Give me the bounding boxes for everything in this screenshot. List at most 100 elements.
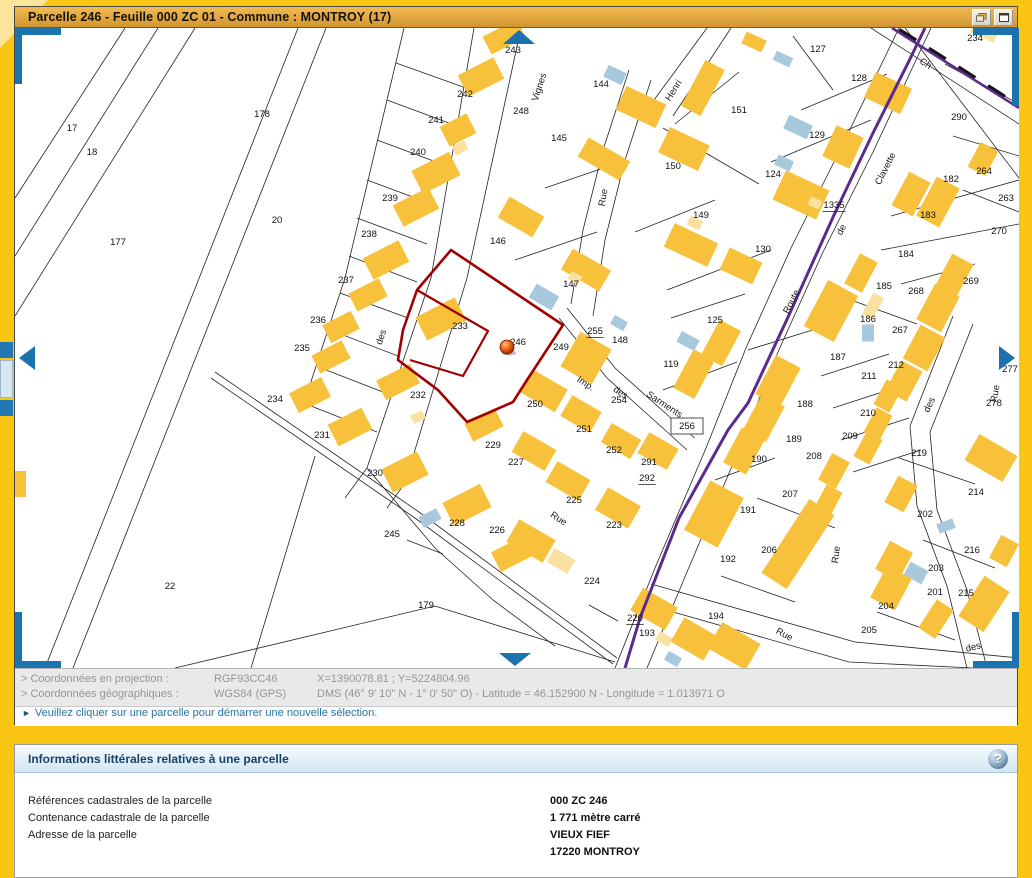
cadastral-map[interactable]: 17 18 177 178 20 22 179 245 234 231 230 232 229 228 22… — [15, 28, 1019, 668]
parcel-number-label[interactable]: 256 — [679, 421, 695, 432]
parcel-number-label[interactable]: 243 — [505, 45, 521, 56]
parcel-number-label[interactable]: 235 — [294, 343, 310, 354]
parcel-number-label[interactable]: 207 — [782, 489, 798, 500]
parcel-number-label[interactable]: 226 — [489, 525, 505, 536]
parcel-number-label[interactable]: 249 — [553, 342, 569, 353]
parcel-number-label[interactable]: 225 — [566, 495, 582, 506]
parcel-number-label[interactable]: 204 — [878, 601, 894, 612]
parcel-number-label[interactable]: 210 — [860, 408, 876, 419]
parcel-number-label[interactable]: 268 — [908, 286, 924, 297]
parcel-number-label[interactable]: 130 — [755, 244, 771, 255]
parcel-number-label[interactable]: 291 — [641, 457, 657, 468]
parcel-number-label[interactable]: 224 — [584, 576, 600, 587]
parcel-number-label[interactable]: 147 — [563, 279, 579, 290]
parcel-number-label[interactable]: 223 — [606, 520, 622, 531]
parcel-number-label[interactable]: 290 — [951, 112, 967, 123]
parcel-number-label[interactable]: 185 — [876, 281, 892, 292]
parcel-number-label[interactable]: 263 — [998, 193, 1014, 204]
parcel-number-label[interactable]: 149 — [693, 210, 709, 221]
parcel-number-label[interactable]: 267 — [892, 325, 908, 336]
parcel-number-label[interactable]: 233 — [452, 321, 468, 332]
parcel-number-label[interactable]: 192 — [720, 554, 736, 565]
parcel-number-label[interactable]: 215 — [958, 588, 974, 599]
parcel-number-label[interactable]: 264 — [976, 166, 992, 177]
parcel-number-label[interactable]: 206 — [761, 545, 777, 556]
parcel-number-label[interactable]: 128 — [851, 73, 867, 84]
geographic-values: DMS (46° 9' 10" N - 1° 0' 50" O) - Latit… — [317, 688, 725, 700]
parcel-number-label[interactable]: 292 — [639, 473, 655, 484]
parcel-number-label[interactable]: 124 — [765, 169, 781, 180]
parcel-number-label[interactable]: 191 — [740, 505, 756, 516]
instruction-text: Veuillez cliquer sur une parcelle pour d… — [35, 707, 377, 719]
parcel-number-label[interactable]: 229 — [485, 440, 501, 451]
parcel-number-label[interactable]: 179 — [418, 600, 434, 611]
parcel-number-label[interactable]: 238 — [361, 229, 377, 240]
maximize-window-icon[interactable] — [994, 9, 1013, 26]
parcel-number-label[interactable]: 22 — [165, 581, 176, 592]
parcel-number-label[interactable]: 148 — [612, 335, 628, 346]
parcel-number-label[interactable]: 20 — [272, 215, 283, 226]
parcel-number-label[interactable]: 216 — [964, 545, 980, 556]
parcel-number-label[interactable]: 269 — [963, 276, 979, 287]
parcel-number-label[interactable]: 188 — [797, 399, 813, 410]
parcel-number-label[interactable]: 245 — [384, 529, 400, 540]
parcel-number-label[interactable]: 219 — [911, 448, 927, 459]
parcel-number-label[interactable]: 220 — [627, 613, 643, 624]
parcel-number-label[interactable]: 237 — [338, 275, 354, 286]
parcel-number-label[interactable]: 119 — [663, 359, 678, 370]
parcel-number-label[interactable]: 227 — [508, 457, 524, 468]
parcel-number-label[interactable]: 228 — [449, 518, 465, 529]
parcel-number-label[interactable]: 144 — [593, 79, 609, 90]
parcel-number-label[interactable]: 125 — [707, 315, 723, 326]
parcel-number-label[interactable]: 178 — [254, 109, 270, 120]
parcel-number-label[interactable]: 214 — [968, 487, 984, 498]
parcel-number-label[interactable]: 129 — [809, 130, 825, 141]
parcel-number-label[interactable]: 1335 — [823, 200, 844, 211]
parcel-number-label[interactable]: 231 — [314, 430, 330, 441]
parcel-number-label[interactable]: 182 — [943, 174, 959, 185]
parcel-number-label[interactable]: 194 — [708, 611, 724, 622]
parcel-number-label[interactable]: 242 — [457, 89, 473, 100]
parcel-number-label[interactable]: 203 — [928, 563, 944, 574]
parcel-number-label[interactable]: 230 — [367, 468, 383, 479]
parcel-number-label[interactable]: 183 — [920, 210, 936, 221]
parcel-number-label[interactable]: 250 — [527, 399, 543, 410]
parcel-number-label[interactable]: 186 — [860, 314, 876, 325]
parcel-number-label[interactable]: 205 — [861, 625, 877, 636]
parcel-number-label[interactable]: 17 — [67, 123, 78, 134]
parcel-number-label[interactable]: 145 — [551, 133, 567, 144]
restore-window-icon[interactable] — [972, 9, 991, 26]
parcel-number-label[interactable]: 190 — [751, 454, 767, 465]
parcel-number-label[interactable]: 208 — [806, 451, 822, 462]
parcel-number-label[interactable]: 18 — [87, 147, 98, 158]
parcel-number-label[interactable]: 193 — [639, 628, 655, 639]
parcel-number-label[interactable]: 187 — [830, 352, 846, 363]
parcel-number-label[interactable]: 252 — [606, 445, 622, 456]
parcel-number-label[interactable]: 234 — [267, 394, 283, 405]
parcel-number-label[interactable]: 232 — [410, 390, 426, 401]
parcel-number-label[interactable]: 240 — [410, 147, 426, 158]
geographic-system: WGS84 (GPS) — [214, 688, 317, 700]
parcel-number-label[interactable]: 150 — [665, 161, 681, 172]
parcel-number-label[interactable]: 212 — [888, 360, 904, 371]
parcel-number-label[interactable]: 251 — [576, 424, 592, 435]
parcel-number-label[interactable]: 146 — [490, 236, 506, 247]
help-icon[interactable]: ? — [988, 749, 1008, 769]
parcel-number-label[interactable]: 201 — [927, 587, 943, 598]
parcel-number-label[interactable]: 241 — [428, 115, 444, 126]
parcel-number-label[interactable]: 209 — [842, 431, 858, 442]
parcel-number-label[interactable]: 189 — [786, 434, 802, 445]
parcel-number-label[interactable]: 211 — [861, 371, 876, 382]
parcel-number-label[interactable]: 236 — [310, 315, 326, 326]
parcel-number-label[interactable]: 255 — [587, 326, 603, 337]
parcel-number-label[interactable]: 239 — [382, 193, 398, 204]
parcel-number-label[interactable]: 151 — [731, 105, 747, 116]
page-title: Parcelle 246 - Feuille 000 ZC 01 - Commu… — [15, 10, 391, 24]
map-corner-marker — [1012, 612, 1019, 668]
parcel-number-label[interactable]: 270 — [991, 226, 1007, 237]
parcel-number-label[interactable]: 127 — [810, 44, 826, 55]
parcel-number-label[interactable]: 202 — [917, 509, 933, 520]
parcel-number-label[interactable]: 177 — [110, 237, 126, 248]
parcel-number-label[interactable]: 248 — [513, 106, 529, 117]
parcel-number-label[interactable]: 184 — [898, 249, 914, 260]
